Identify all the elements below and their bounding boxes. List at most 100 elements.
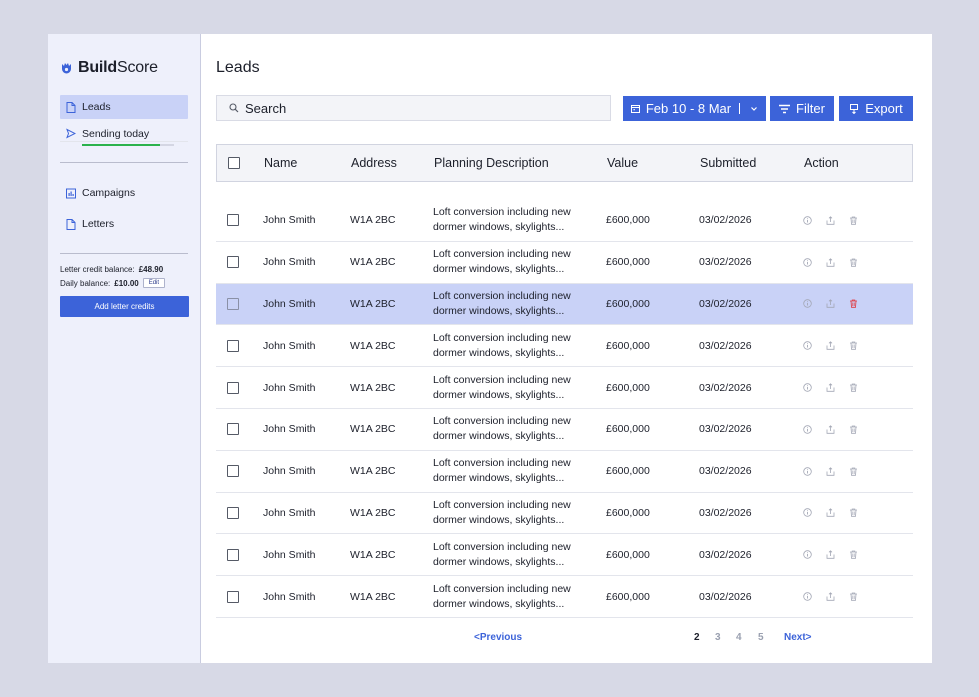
header-planning-description[interactable]: Planning Description	[434, 156, 549, 170]
brand-logo[interactable]: BuildScore	[60, 58, 188, 78]
page-3[interactable]: 3	[715, 632, 721, 643]
progress-fill	[82, 144, 161, 146]
document-icon	[66, 218, 76, 230]
cell-value: £600,000	[606, 339, 650, 352]
cell-name: John Smith	[263, 465, 316, 478]
table-row[interactable]: John Smith W1A 2BC Loft conversion inclu…	[216, 200, 913, 242]
info-icon[interactable]	[803, 299, 812, 309]
cell-submitted: 03/02/2026	[699, 297, 752, 310]
sidebar-item-label: Sending today	[82, 127, 150, 140]
share-icon[interactable]	[826, 466, 835, 476]
share-icon[interactable]	[826, 216, 835, 225]
trash-icon[interactable]	[849, 383, 858, 392]
header-submitted[interactable]: Submitted	[700, 156, 756, 170]
share-icon[interactable]	[826, 299, 835, 309]
next-page-link[interactable]: Next>	[784, 632, 812, 643]
info-icon[interactable]	[803, 466, 812, 476]
share-icon[interactable]	[826, 257, 835, 267]
date-range-button[interactable]: Feb 10 - 8 Mar	[623, 96, 766, 121]
cell-planning-description: Loft conversion including new dormer wind…	[433, 248, 571, 276]
trash-icon[interactable]	[849, 467, 858, 476]
row-checkbox[interactable]	[227, 548, 239, 561]
letter-credit-value: £48.90	[138, 264, 164, 274]
cell-name: John Smith	[263, 506, 316, 519]
share-icon[interactable]	[826, 592, 835, 601]
row-actions	[803, 550, 858, 559]
table-row[interactable]: John Smith W1A 2BC Loft conversion inclu…	[216, 325, 913, 368]
trash-icon[interactable]	[849, 592, 858, 601]
header-address[interactable]: Address	[351, 156, 397, 170]
sidebar-item-sending-today[interactable]: Sending today	[60, 126, 188, 146]
row-actions	[803, 592, 858, 601]
row-checkbox[interactable]	[227, 256, 239, 269]
row-actions	[803, 257, 858, 267]
sidebar-item-label: Leads	[82, 101, 111, 113]
trash-icon[interactable]	[849, 258, 858, 267]
info-icon[interactable]	[803, 550, 812, 559]
trash-icon[interactable]	[849, 341, 858, 350]
cell-address: W1A 2BC	[350, 381, 396, 394]
select-all-checkbox[interactable]	[228, 157, 240, 169]
trash-icon[interactable]	[849, 216, 858, 225]
info-icon[interactable]	[803, 216, 812, 225]
sidebar-item-campaigns[interactable]: Campaigns	[60, 181, 188, 205]
separator-bar	[739, 103, 741, 114]
info-icon[interactable]	[803, 257, 812, 267]
edit-balance-button[interactable]: Edit	[142, 278, 166, 288]
document-icon	[66, 101, 76, 113]
info-icon[interactable]	[803, 341, 812, 350]
page-4[interactable]: 4	[736, 632, 742, 643]
row-actions	[803, 466, 858, 476]
search-input[interactable]: Search	[216, 95, 611, 121]
row-checkbox[interactable]	[227, 381, 239, 394]
cell-address: W1A 2BC	[350, 590, 396, 603]
filter-button[interactable]: Filter	[770, 96, 834, 121]
share-icon[interactable]	[826, 508, 835, 518]
cell-planning-description: Loft conversion including new dormer wind…	[433, 540, 571, 568]
info-icon[interactable]	[803, 508, 812, 518]
row-checkbox[interactable]	[227, 339, 239, 352]
trash-icon[interactable]	[849, 299, 858, 309]
header-value[interactable]: Value	[607, 156, 638, 170]
cell-address: W1A 2BC	[350, 506, 396, 519]
table-row[interactable]: John Smith W1A 2BC Loft conversion inclu…	[216, 451, 913, 493]
cell-submitted: 03/02/2026	[699, 590, 752, 603]
previous-page-link[interactable]: <Previous	[474, 632, 522, 643]
row-actions	[803, 299, 858, 309]
trash-icon[interactable]	[849, 425, 858, 434]
page-2[interactable]: 2	[694, 632, 700, 643]
trash-icon[interactable]	[849, 550, 858, 559]
table-row[interactable]: John Smith W1A 2BC Loft conversion inclu…	[216, 493, 913, 535]
info-icon[interactable]	[803, 425, 812, 434]
row-checkbox[interactable]	[227, 506, 239, 519]
chart-icon	[66, 188, 76, 198]
header-name[interactable]: Name	[264, 156, 297, 170]
trash-icon[interactable]	[849, 508, 858, 518]
sidebar-item-leads[interactable]: Leads	[60, 95, 188, 119]
table-row[interactable]: John Smith W1A 2BC Loft conversion inclu…	[216, 576, 913, 618]
share-icon[interactable]	[826, 383, 835, 392]
share-icon[interactable]	[826, 550, 835, 559]
share-icon[interactable]	[826, 341, 835, 350]
info-icon[interactable]	[803, 592, 812, 601]
table-row[interactable]: John Smith W1A 2BC Loft conversion inclu…	[216, 242, 913, 284]
info-icon[interactable]	[803, 383, 812, 392]
table-row[interactable]: John Smith W1A 2BC Loft conversion inclu…	[216, 534, 913, 577]
divider	[60, 162, 188, 163]
add-letter-credits-button[interactable]: Add letter credits	[60, 296, 189, 317]
cell-name: John Smith	[263, 214, 316, 227]
row-checkbox[interactable]	[227, 465, 239, 478]
search-icon	[229, 103, 239, 113]
table-row[interactable]: John Smith W1A 2BC Loft conversion inclu…	[216, 367, 913, 409]
share-icon[interactable]	[826, 425, 835, 434]
sidebar-item-letters[interactable]: Letters	[60, 212, 188, 236]
table-row[interactable]: John Smith W1A 2BC Loft conversion inclu…	[216, 283, 913, 326]
table-row[interactable]: John Smith W1A 2BC Loft conversion inclu…	[216, 409, 913, 451]
row-checkbox[interactable]	[227, 423, 239, 436]
export-button[interactable]: Export	[839, 96, 913, 121]
page-5[interactable]: 5	[758, 632, 764, 643]
row-checkbox[interactable]	[227, 214, 239, 227]
row-checkbox[interactable]	[227, 590, 239, 603]
row-checkbox[interactable]	[227, 297, 239, 310]
cell-submitted: 03/02/2026	[699, 548, 752, 561]
